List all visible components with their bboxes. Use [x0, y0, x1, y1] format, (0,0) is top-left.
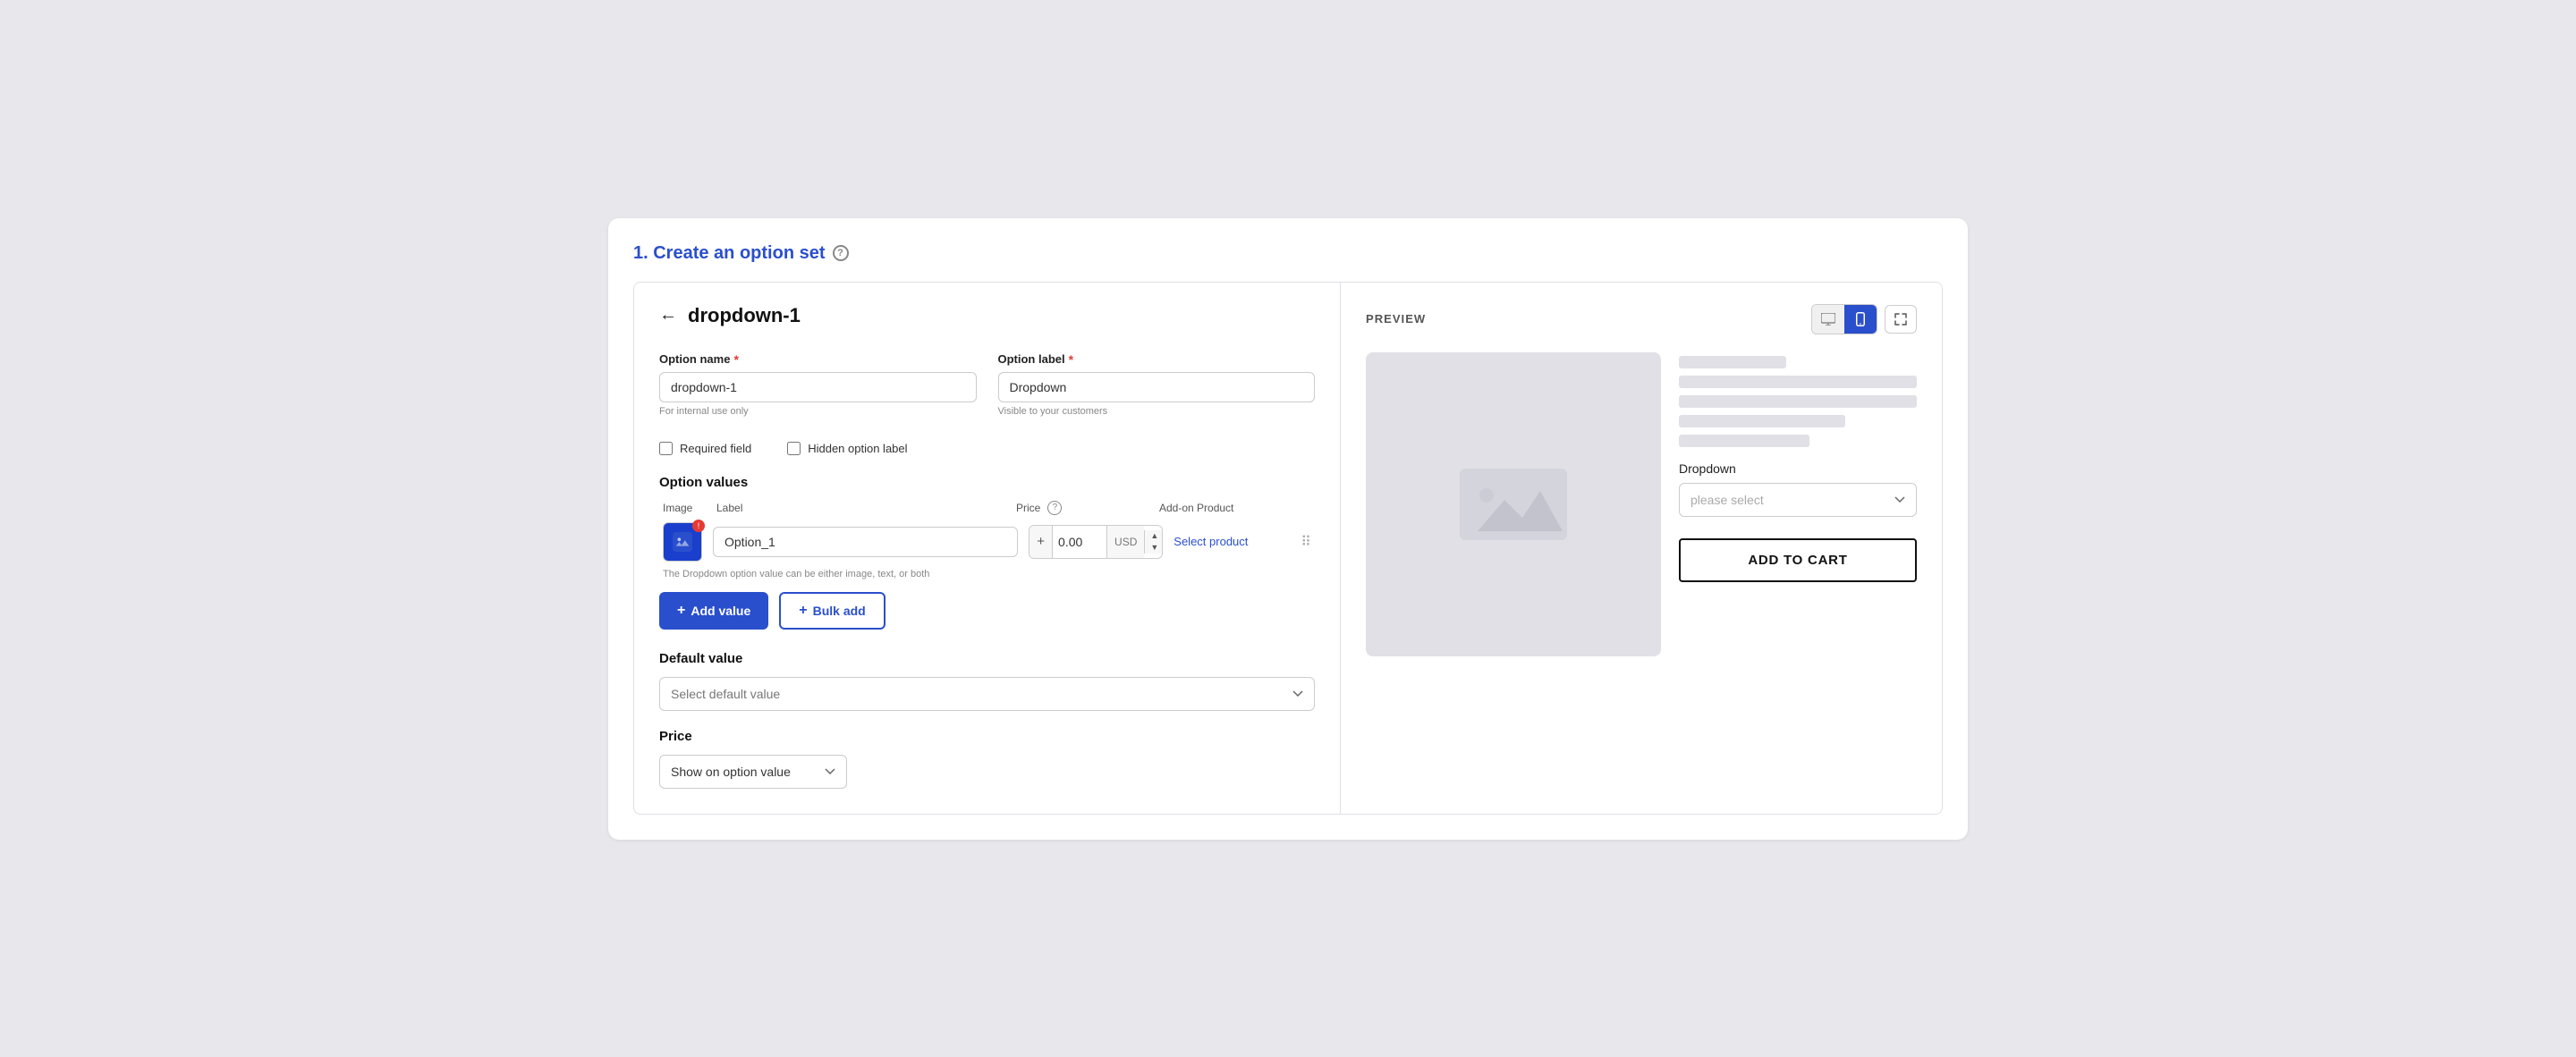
mobile-icon: [1856, 312, 1865, 326]
currency-label: USD: [1106, 526, 1144, 558]
option-label-label: Option label *: [998, 352, 1316, 367]
right-panel: PREVIEW: [1341, 283, 1942, 814]
preview-controls: [1811, 304, 1917, 334]
col-addon-label: Add-on Product: [1159, 502, 1284, 514]
price-display-select[interactable]: Show on option value Show on total Hidde…: [659, 755, 847, 789]
page-title-row: 1. Create an option set ?: [633, 243, 1943, 264]
img-badge: !: [692, 520, 705, 532]
info-bar-4: [1679, 435, 1809, 447]
col-price-label: Price ?: [1016, 501, 1159, 515]
mountain-illustration: [1460, 469, 1567, 540]
required-dot: *: [733, 352, 738, 367]
hidden-option-label-checkbox-row[interactable]: Hidden option label: [787, 442, 907, 455]
page-title: 1. Create an option set: [633, 243, 826, 264]
bulk-add-plus-icon: +: [799, 603, 807, 619]
price-input[interactable]: [1053, 528, 1106, 556]
outer-card: 1. Create an option set ? ← dropdown-1 O…: [608, 218, 1968, 840]
col-label-label: Label: [716, 502, 1016, 514]
option-values-title: Option values: [659, 475, 1315, 490]
option-label-hint: Visible to your customers: [998, 406, 1316, 417]
mobile-view-btn[interactable]: [1844, 305, 1877, 334]
required-field-checkbox[interactable]: [659, 442, 673, 455]
bulk-add-button[interactable]: + Bulk add: [779, 592, 885, 630]
option-name-input[interactable]: [659, 372, 977, 402]
back-arrow[interactable]: ←: [659, 305, 677, 326]
product-info: Dropdown please select ADD TO CART: [1679, 352, 1917, 656]
dropdown-label-preview: Dropdown: [1679, 461, 1917, 476]
info-bar-1: [1679, 376, 1917, 388]
required-dot-2: *: [1069, 352, 1073, 367]
info-bar-3: [1679, 415, 1845, 427]
page-help-icon[interactable]: ?: [833, 245, 849, 261]
preview-dropdown-select[interactable]: please select: [1679, 483, 1917, 517]
default-value-select[interactable]: Select default value: [659, 677, 1315, 711]
add-value-button[interactable]: + Add value: [659, 592, 768, 630]
option-label-field: Option label * Visible to your customers: [998, 352, 1316, 417]
price-help-icon[interactable]: ?: [1047, 501, 1062, 515]
required-field-label: Required field: [680, 442, 751, 455]
default-value-title: Default value: [659, 651, 1315, 666]
preview-header: PREVIEW: [1366, 304, 1917, 334]
hidden-option-label-checkbox[interactable]: [787, 442, 801, 455]
option-row-hint: The Dropdown option value can be either …: [659, 569, 1315, 579]
add-value-plus-icon: +: [677, 603, 685, 619]
option-name-label: Option name *: [659, 352, 977, 367]
button-row: + Add value + Bulk add: [659, 592, 1315, 630]
info-bar-title: [1679, 356, 1786, 368]
info-bar-2: [1679, 395, 1917, 408]
option-name-field: Option name * For internal use only: [659, 352, 977, 417]
option-values-header: Image Label Price ? Add-on Product: [659, 501, 1315, 515]
price-plus: +: [1030, 526, 1053, 558]
price-stepper: ▲ ▼: [1144, 530, 1163, 554]
select-product-link[interactable]: Select product: [1174, 535, 1290, 548]
back-header: ← dropdown-1: [659, 304, 1315, 327]
drag-handle[interactable]: ⠿: [1301, 533, 1311, 551]
image-thumb[interactable]: !: [663, 522, 702, 562]
preview-content: Dropdown please select ADD TO CART: [1366, 352, 1917, 656]
product-image-placeholder: [1366, 352, 1661, 656]
col-image-label: Image: [663, 502, 716, 514]
desktop-icon: [1821, 313, 1835, 326]
price-down-btn[interactable]: ▼: [1145, 542, 1163, 554]
add-to-cart-button[interactable]: ADD TO CART: [1679, 538, 1917, 582]
preview-title: PREVIEW: [1366, 312, 1426, 326]
hidden-option-label-text: Hidden option label: [808, 442, 907, 455]
name-label-row: Option name * For internal use only Opti…: [659, 352, 1315, 417]
left-panel: ← dropdown-1 Option name * For internal …: [634, 283, 1341, 814]
option-set-name: dropdown-1: [688, 304, 801, 327]
price-group: + USD ▲ ▼: [1029, 525, 1163, 559]
option-label-value-input[interactable]: [713, 527, 1018, 557]
main-layout: ← dropdown-1 Option name * For internal …: [633, 282, 1943, 815]
desktop-view-btn[interactable]: [1812, 305, 1844, 334]
expand-icon: [1894, 313, 1907, 326]
option-label-input[interactable]: [998, 372, 1316, 402]
view-toggle: [1811, 304, 1877, 334]
expand-button[interactable]: [1885, 305, 1917, 334]
required-field-checkbox-row[interactable]: Required field: [659, 442, 751, 455]
price-section-title: Price: [659, 729, 1315, 744]
option-row: ! + USD ▲ ▼ Select product ⠿: [659, 522, 1315, 562]
price-up-btn[interactable]: ▲: [1145, 530, 1163, 542]
option-name-hint: For internal use only: [659, 406, 977, 417]
